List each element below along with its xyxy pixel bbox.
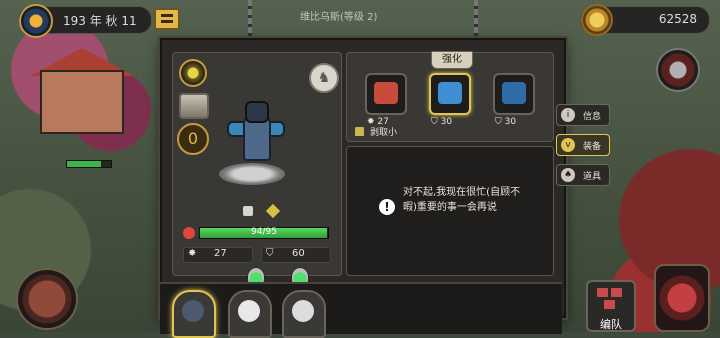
squad-label: 编队: [600, 318, 622, 331]
hp-bar: 94/95: [199, 227, 329, 239]
rank-icon[interactable]: [179, 59, 207, 87]
squad-icon: [597, 288, 623, 310]
menu-button[interactable]: [154, 8, 180, 30]
unit-card[interactable]: [172, 290, 216, 338]
equipment-slot[interactable]: ✸ 27: [365, 73, 407, 127]
unit-roster: [160, 282, 562, 338]
unit-body: [243, 117, 271, 161]
tab-items[interactable]: ♠ 道具: [556, 164, 610, 186]
trait-icon[interactable]: [243, 206, 253, 216]
unit-card[interactable]: [228, 290, 272, 338]
wing-icon: [438, 82, 462, 104]
enemy-banner[interactable]: [654, 264, 710, 332]
tab-label: 装备: [583, 142, 602, 152]
items-icon: ♠: [561, 168, 575, 182]
tab-label: 信息: [583, 112, 602, 122]
shield-icon: ⛉: [266, 248, 274, 259]
heart-icon: [183, 227, 195, 239]
unit-portrait: [227, 99, 285, 173]
date-text: 193 年 秋 11: [63, 14, 137, 28]
tab-info[interactable]: i 信息: [556, 104, 610, 126]
enemy-portrait[interactable]: [656, 48, 700, 92]
menu-line: [161, 14, 173, 17]
equipment-pane: 强化 ✸ 27 ⛉ 30 ⛉ 30 剥取小: [346, 51, 554, 142]
defense-value: 60: [292, 248, 305, 259]
commander-portrait[interactable]: [16, 268, 78, 330]
info-icon: i: [561, 108, 575, 122]
gold-amount: 62528: [658, 12, 697, 26]
rabbit-icon[interactable]: ♞: [309, 63, 339, 93]
trait-icon[interactable]: [266, 203, 281, 219]
menu-line: [161, 20, 173, 23]
scroll-icon[interactable]: [179, 93, 209, 119]
squad-button[interactable]: 编队: [586, 280, 636, 332]
enhance-tab[interactable]: 强化: [431, 51, 473, 69]
skill-label: 剥取小: [370, 128, 398, 138]
hp-text: 94/95: [251, 227, 277, 237]
equipment-slot[interactable]: ⛉ 30: [429, 73, 471, 127]
gold-display: 62528: [580, 4, 710, 36]
location-label: 维比乌斯(等级 2): [300, 12, 378, 23]
unit-avatar: [182, 300, 204, 322]
coin-icon: [581, 4, 613, 36]
attack-value: 27: [214, 248, 227, 259]
message-pane: ! 对不起,我现在很忙(自顾不暇)重要的事一会再说: [346, 146, 554, 276]
attack-stat: ✸ 27: [183, 247, 253, 263]
trait-icons: [243, 201, 288, 220]
warning-icon: !: [379, 199, 395, 215]
message-text: 对不起,我现在很忙(自顾不暇)重要的事一会再说: [403, 187, 521, 213]
unit-panel: 0 ♞ 94/95 ✸ 27 ⛉ 60 强化 ✸ 27 ⛉ 30 ⛉ 30 剥取…: [160, 38, 566, 318]
unit-head: [245, 101, 269, 123]
npc-health-bar: [66, 160, 112, 168]
unit-avatar: [238, 300, 260, 322]
armor-icon: [374, 82, 398, 104]
season-icon[interactable]: [19, 4, 53, 38]
attack-icon: ✸: [188, 248, 197, 259]
house: [40, 70, 124, 134]
date-display: 193 年 秋 11: [18, 4, 152, 38]
unit-view: 0 ♞ 94/95 ✸ 27 ⛉ 60: [172, 52, 342, 287]
unit-card[interactable]: [282, 290, 326, 338]
tab-label: 道具: [583, 172, 602, 182]
skill-icon: [355, 127, 364, 136]
equipment-icon: v: [561, 138, 575, 152]
unit-avatar: [292, 300, 314, 322]
tab-equipment[interactable]: v 装备: [556, 134, 610, 156]
level-badge[interactable]: 0: [177, 123, 209, 155]
helmet-icon: [502, 82, 526, 104]
defense-stat: ⛉ 60: [261, 247, 331, 263]
equipment-slot[interactable]: ⛉ 30: [493, 73, 535, 127]
skill-row[interactable]: 剥取小: [355, 125, 535, 139]
